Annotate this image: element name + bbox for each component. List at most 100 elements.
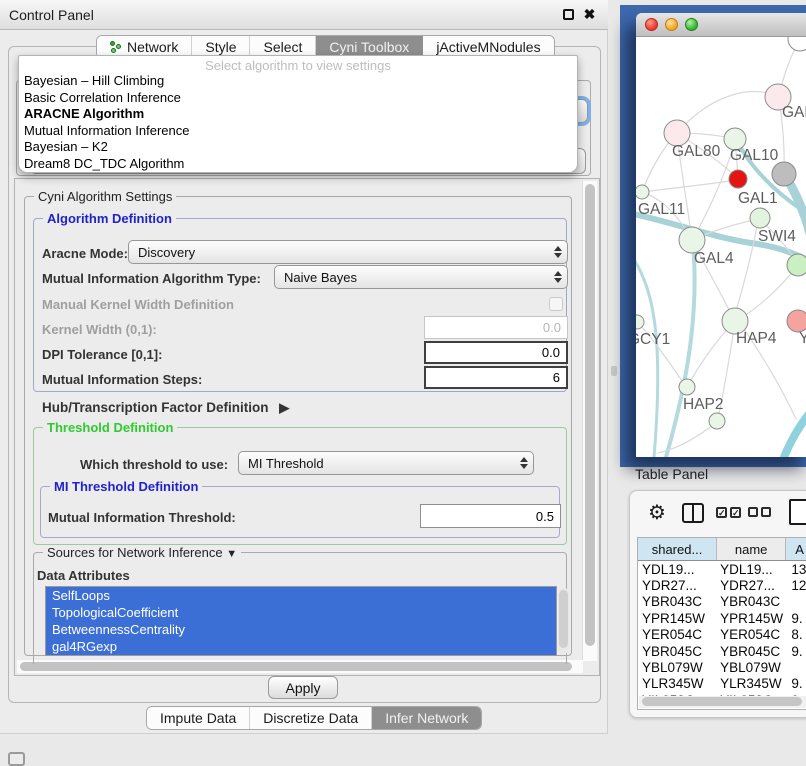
tab-infer-network[interactable]: Infer Network <box>372 707 481 729</box>
network-node[interactable] <box>750 208 770 228</box>
network-edge[interactable] <box>636 249 658 457</box>
kernel-width-field[interactable]: 0.0 <box>424 316 568 339</box>
hub-definition-toggle[interactable]: Hub/Transcription Factor Definition ▶ <box>42 400 289 416</box>
table-row[interactable]: YBL079WYBL079W <box>638 659 806 675</box>
close-window-icon[interactable] <box>645 18 658 31</box>
table-cell[interactable]: YPR145W <box>638 611 717 626</box>
deselect-all-columns-icon[interactable]: ✓✓ <box>748 507 771 517</box>
dropdown-item[interactable]: Basic Correlation Inference <box>19 90 577 107</box>
network-edge[interactable] <box>666 243 695 457</box>
dpi-tolerance-field[interactable]: 0.0 <box>424 341 568 364</box>
column-header-name[interactable]: name <box>717 538 786 560</box>
tab-discretize-data[interactable]: Discretize Data <box>250 707 372 729</box>
table-cell[interactable]: YLR345W <box>717 676 786 691</box>
dropdown-item[interactable]: Bayesian – K2 <box>19 139 577 156</box>
mi-type-combo[interactable]: Naive Bayes <box>274 265 568 289</box>
network-node[interactable] <box>636 185 649 199</box>
select-all-columns-icon[interactable]: ✓✓ <box>716 507 741 518</box>
data-attributes-list[interactable]: SelfLoopsTopologicalCoefficientBetweenne… <box>45 586 557 656</box>
table-cell[interactable]: 9. <box>786 676 806 691</box>
network-node[interactable] <box>787 254 806 276</box>
minimize-window-icon[interactable] <box>665 18 678 31</box>
table-cell[interactable]: YBL079W <box>717 660 786 675</box>
network-node[interactable] <box>729 170 747 188</box>
table-settings-gear-icon[interactable]: ⚙ <box>648 503 666 523</box>
table-row[interactable]: YER054CYER054C8. <box>638 627 806 643</box>
mi-steps-field[interactable]: 6 <box>424 366 568 389</box>
table-cell[interactable]: YDR27... <box>638 578 717 593</box>
network-canvas[interactable]: GAL7GAL80GAL10GAL1GAL11SWI4GAL4GCY1HAP4Y… <box>636 37 806 457</box>
network-edge[interactable] <box>642 180 736 192</box>
table-row[interactable]: YDR27...YDR27...12 <box>638 577 806 593</box>
table-cell[interactable]: YBR043C <box>638 594 717 609</box>
table-cell[interactable]: YBR043C <box>717 594 786 609</box>
column-header-partial[interactable]: A <box>786 538 806 560</box>
table-cell[interactable]: 13 <box>786 562 806 577</box>
apply-button[interactable]: Apply <box>268 676 338 699</box>
table-row[interactable]: YBR045CYBR045C9. <box>638 643 806 659</box>
column-layout-icon[interactable] <box>682 503 704 523</box>
expand-right-icon: ▶ <box>279 400 289 415</box>
dropdown-item[interactable]: Mutual Information Inference <box>19 123 577 140</box>
table-cell[interactable]: YBR045C <box>717 644 786 659</box>
combo-value: Discovery <box>138 245 195 260</box>
new-table-icon[interactable] <box>789 499 806 525</box>
table-cell[interactable]: YLR345W <box>638 676 717 691</box>
close-icon[interactable]: ✖ <box>583 8 596 21</box>
network-edge[interactable] <box>784 399 806 457</box>
network-edge[interactable] <box>740 265 798 319</box>
table-cell[interactable]: 9. <box>786 611 806 626</box>
dropdown-item[interactable]: Dream8 DC_TDC Algorithm <box>19 156 577 173</box>
attributes-scrollbar[interactable] <box>558 588 569 654</box>
table-cell[interactable]: 9. <box>786 644 806 659</box>
group-title: Cyni Algorithm Settings <box>34 189 176 204</box>
float-panel-icon[interactable] <box>563 9 574 20</box>
table-horizontal-scrollbar-thumb[interactable] <box>642 697 802 706</box>
attribute-list-item[interactable]: TopologicalCoefficient <box>46 604 556 621</box>
mi-threshold-field[interactable]: 0.5 <box>420 504 561 528</box>
table-cell[interactable]: 8. <box>786 627 806 642</box>
vertical-scrollbar[interactable] <box>582 181 597 661</box>
table-cell[interactable]: YBL079W <box>638 660 717 675</box>
table-row[interactable]: YLR345WYLR345W9. <box>638 676 806 692</box>
collapsed-panel-icon[interactable] <box>8 752 25 766</box>
table-row[interactable]: YDL19...YDL19...13 <box>638 561 806 577</box>
table-row[interactable]: YPR145WYPR145W9. <box>638 610 806 626</box>
manual-kernel-checkbox[interactable] <box>549 297 563 311</box>
table-cell[interactable]: YER054C <box>638 627 717 642</box>
network-node[interactable] <box>709 413 725 429</box>
network-node[interactable] <box>636 315 644 329</box>
sources-toggle[interactable]: Sources for Network Inference ▼ <box>43 545 241 560</box>
network-node[interactable] <box>788 37 806 51</box>
dropdown-item[interactable]: Bayesian – Hill Climbing <box>19 73 577 90</box>
network-edge[interactable] <box>733 221 758 321</box>
tab-impute-data[interactable]: Impute Data <box>147 707 250 729</box>
table-cell[interactable]: YBR045C <box>638 644 717 659</box>
table-row[interactable]: YBR043CYBR043C <box>638 594 806 610</box>
table-cell[interactable]: YPR145W <box>717 611 786 626</box>
attributes-scrollbar-thumb[interactable] <box>559 590 568 648</box>
vertical-scrollbar-thumb[interactable] <box>585 184 595 646</box>
network-edge[interactable] <box>786 177 806 259</box>
attribute-list-item[interactable]: SelfLoops <box>46 587 556 604</box>
table-cell[interactable]: YDR27... <box>717 578 786 593</box>
aracne-mode-combo[interactable]: Discovery <box>128 240 568 264</box>
column-header-shared[interactable]: shared... <box>638 538 717 560</box>
network-node[interactable] <box>679 379 695 395</box>
table-horizontal-scrollbar[interactable] <box>639 696 806 708</box>
network-node[interactable] <box>787 310 806 332</box>
network-view-background: GAL7GAL80GAL10GAL1GAL11SWI4GAL4GCY1HAP4Y… <box>620 5 806 467</box>
which-threshold-combo[interactable]: MI Threshold <box>238 451 534 475</box>
network-edge[interactable] <box>677 92 778 133</box>
table-cell[interactable]: YDL19... <box>717 562 786 577</box>
attribute-list-item[interactable]: gal4RGexp <box>46 638 556 655</box>
table-cell[interactable]: YDL19... <box>638 562 717 577</box>
splitter-handle[interactable] <box>611 366 617 376</box>
table-cell[interactable]: 12 <box>786 578 806 593</box>
attribute-list-item[interactable]: BetweennessCentrality <box>46 621 556 638</box>
zoom-window-icon[interactable] <box>685 18 698 31</box>
network-edge[interactable] <box>687 324 732 387</box>
network-node[interactable] <box>772 162 796 186</box>
dropdown-item[interactable]: ARACNE Algorithm <box>19 106 577 123</box>
table-cell[interactable]: YER054C <box>717 627 786 642</box>
